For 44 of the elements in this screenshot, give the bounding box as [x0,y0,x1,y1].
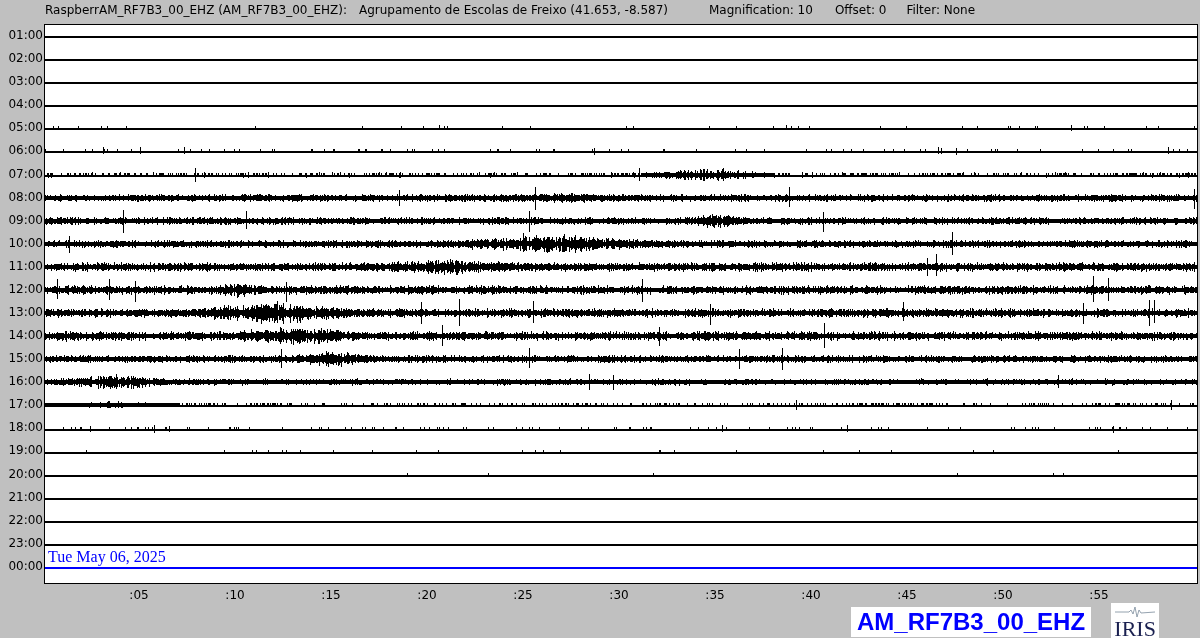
hour-label: 09:00 [7,211,44,229]
station-name: RaspberrAM_RF7B3_00_EHZ (AM_RF7B3_00_EHZ): [45,2,347,18]
hour-label: 17:00 [7,396,44,414]
date-label: Tue May 06, 2025 [48,548,166,566]
seismic-wave-icon [1115,607,1156,617]
hour-label: 02:00 [7,50,44,68]
hour-label: 18:00 [7,419,44,437]
hour-label: 04:00 [7,96,44,114]
hour-label: 01:00 [7,27,44,45]
minute-tick-label: :10 [225,588,245,602]
location-text: Agrupamento de Escolas de Freixo (41.653, -8.587) [359,2,668,18]
hour-label: 00:00 [7,557,44,575]
filter-text: Filter: None [906,2,976,18]
hour-label: 11:00 [7,257,44,275]
hour-label: 19:00 [7,442,44,460]
minute-tick-label: :15 [321,588,341,602]
hour-label: 20:00 [7,465,44,483]
minute-tick-label: :40 [801,588,821,602]
hour-label: 08:00 [7,188,44,206]
minute-tick-label: :55 [1089,588,1109,602]
minute-tick-label: :45 [897,588,917,602]
minute-tick-label: :30 [609,588,629,602]
offset-text: Offset: 0 [834,2,887,18]
hour-label: 03:00 [7,73,44,91]
hour-label: 15:00 [7,350,44,368]
hour-label: 16:00 [7,373,44,391]
channel-label: AM_RF7B3_00_EHZ [851,607,1092,637]
hour-label: 07:00 [7,165,44,183]
hour-label: 23:00 [7,534,44,552]
hour-label: 12:00 [7,280,44,298]
minute-tick-label: :35 [705,588,725,602]
hour-label: 05:00 [7,119,44,137]
hour-label: 22:00 [7,511,44,529]
minute-tick-label: :50 [993,588,1013,602]
minute-tick-label: :05 [129,588,149,602]
magnification-text: Magnification: 10 [709,2,813,18]
hour-label: 06:00 [7,142,44,160]
minute-tick-label: :20 [417,588,437,602]
hour-label: 13:00 [7,303,44,321]
hour-label: 10:00 [7,234,44,252]
logo-text: IRIS [1114,617,1156,638]
hour-label: 21:00 [7,488,44,506]
hour-label: 14:00 [7,327,44,345]
minute-tick-label: :25 [513,588,533,602]
